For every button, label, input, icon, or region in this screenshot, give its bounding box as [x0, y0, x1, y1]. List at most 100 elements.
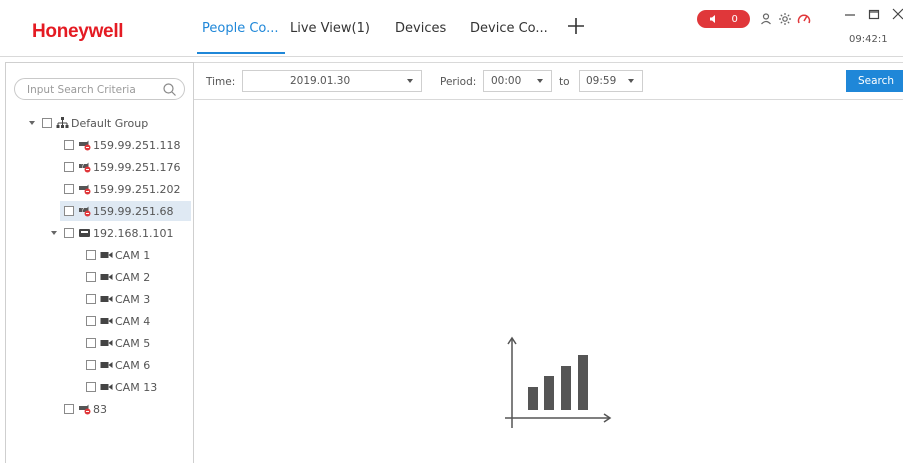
checkbox[interactable] [42, 118, 52, 128]
tree-node-device[interactable]: 159.99.251.202 [64, 179, 180, 199]
tree-node-label: 83 [93, 402, 107, 416]
search-input[interactable] [27, 82, 157, 97]
camera-icon [100, 384, 113, 390]
chevron-down-icon [628, 79, 634, 83]
checkbox[interactable] [64, 184, 74, 194]
checkbox[interactable] [64, 140, 74, 150]
checkbox[interactable] [86, 272, 96, 282]
camera-icon [100, 296, 113, 302]
date-select[interactable]: 2019.01.30 [242, 70, 422, 92]
tree-node-label: CAM 3 [115, 292, 151, 306]
group-icon [56, 117, 69, 128]
clock: 09:42:1 [849, 34, 888, 45]
camera-icon [100, 318, 113, 324]
alarm-count: 0 [731, 13, 738, 25]
device-offline-icon [79, 184, 91, 195]
alarm-badge[interactable]: 0 [697, 10, 750, 28]
tree-node-label: CAM 13 [115, 380, 158, 394]
search-box [14, 78, 185, 100]
tree-node-camera[interactable]: CAM 13 [86, 377, 157, 397]
gear-icon[interactable] [778, 12, 792, 26]
brand-logo: Honeywell [32, 21, 124, 42]
tab-device-config[interactable]: Device Co... [470, 21, 548, 36]
checkbox[interactable] [64, 162, 74, 172]
tree-node-label: 192.168.1.101 [93, 226, 174, 240]
checkbox[interactable] [64, 228, 74, 238]
checkbox[interactable] [86, 338, 96, 348]
checkbox[interactable] [86, 250, 96, 260]
device-unknown-icon: ? [79, 162, 91, 173]
minimize-icon [845, 14, 855, 16]
tree-node-label: Default Group [71, 116, 149, 130]
maximize-button[interactable] [868, 8, 880, 24]
performance-gauge-icon[interactable] [797, 12, 811, 26]
time-label: Time: [206, 76, 236, 88]
checkbox[interactable] [64, 206, 74, 216]
tree-node-device[interactable]: 83 [64, 399, 107, 419]
tree-node-label: CAM 2 [115, 270, 151, 284]
expand-caret[interactable] [50, 229, 58, 237]
tree-node-label: 159.99.251.118 [93, 138, 181, 152]
period-to-select[interactable]: 09:59 [579, 70, 643, 92]
close-icon [892, 8, 903, 20]
period-from-select[interactable]: 00:00 [483, 70, 552, 92]
plus-icon [568, 18, 584, 34]
bar-chart-icon [505, 336, 612, 428]
checkbox[interactable] [86, 316, 96, 326]
device-unknown-icon: ? [79, 206, 91, 217]
chevron-down-icon [407, 79, 413, 83]
camera-icon [100, 274, 113, 280]
tree-node-device-selected[interactable]: ? 159.99.251.68 [60, 201, 191, 221]
minimize-button[interactable] [844, 8, 856, 24]
camera-icon [100, 252, 113, 258]
add-tab-button[interactable] [566, 16, 586, 41]
tree-node-default-group[interactable]: Default Group [28, 113, 148, 133]
svg-text:?: ? [81, 207, 84, 214]
tree-node-label: CAM 5 [115, 336, 151, 350]
tree-node-label: CAM 6 [115, 358, 151, 372]
tree-node-nvr[interactable]: 192.168.1.101 [50, 223, 173, 243]
expand-caret[interactable] [28, 119, 36, 127]
search-icon[interactable] [162, 82, 177, 97]
tree-node-label: CAM 1 [115, 248, 151, 262]
tree-node-device[interactable]: 159.99.251.118 [64, 135, 180, 155]
tree-node-camera[interactable]: CAM 2 [86, 267, 150, 287]
date-value: 2019.01.30 [290, 75, 351, 87]
filter-bar: Time: 2019.01.30 Period: 00:00 to 09:59 … [194, 62, 903, 100]
tree-node-camera[interactable]: CAM 6 [86, 355, 150, 375]
period-label: Period: [440, 76, 477, 88]
tab-live-view[interactable]: Live View(1) [290, 21, 370, 36]
close-button[interactable] [892, 8, 903, 24]
device-offline-icon [79, 140, 91, 151]
main-content: Time: 2019.01.30 Period: 00:00 to 09:59 … [194, 62, 903, 463]
tree-node-camera[interactable]: CAM 5 [86, 333, 150, 353]
to-label: to [559, 76, 570, 88]
active-tab-indicator [197, 52, 285, 54]
tree-node-camera[interactable]: CAM 3 [86, 289, 150, 309]
user-icon[interactable] [759, 12, 773, 26]
svg-text:?: ? [81, 163, 84, 170]
tree-node-camera[interactable]: CAM 4 [86, 311, 150, 331]
checkbox[interactable] [86, 360, 96, 370]
tree-node-label: 159.99.251.176 [93, 160, 181, 174]
search-button[interactable]: Search [846, 70, 903, 92]
device-offline-icon [79, 404, 91, 415]
tree-node-label: 159.99.251.202 [93, 182, 181, 196]
tree-node-label: 159.99.251.68 [93, 204, 174, 218]
checkbox[interactable] [86, 294, 96, 304]
tree-node-label: CAM 4 [115, 314, 151, 328]
period-to-value: 09:59 [586, 75, 617, 87]
caret-down-icon [51, 230, 57, 235]
tree-node-device[interactable]: ? 159.99.251.176 [64, 157, 180, 177]
checkbox[interactable] [86, 382, 96, 392]
device-tree-panel: Default Group 159.99.251.118 ? 159.99.25… [5, 62, 194, 463]
period-from-value: 00:00 [491, 75, 522, 87]
checkbox[interactable] [64, 404, 74, 414]
chevron-down-icon [537, 79, 543, 83]
tab-devices[interactable]: Devices [395, 21, 446, 36]
camera-icon [100, 362, 113, 368]
tab-people-counting[interactable]: People Co... [202, 21, 279, 36]
caret-down-icon [29, 120, 35, 125]
tree-node-camera[interactable]: CAM 1 [86, 245, 150, 265]
nvr-icon [79, 229, 90, 237]
